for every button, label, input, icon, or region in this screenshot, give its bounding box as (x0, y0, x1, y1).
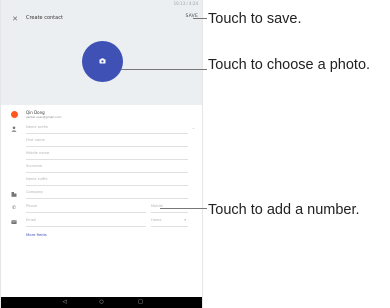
phone-field[interactable]: Phone (26, 203, 146, 213)
email-type-value: Home (151, 218, 162, 222)
email-field[interactable]: Email (26, 217, 146, 227)
close-icon[interactable]: ✕ (10, 14, 20, 24)
number-callout-line (160, 208, 207, 209)
phone-icon: ✆ (11, 205, 17, 211)
photo-callout-label: Touch to choose a photo. (208, 57, 371, 73)
choose-photo-button[interactable] (82, 41, 123, 82)
chevron-down-icon[interactable]: ⌄ (192, 126, 195, 130)
save-callout-label: Touch to save. (208, 11, 302, 27)
photo-header (1, 30, 202, 105)
back-icon[interactable]: ◁ (61, 299, 68, 306)
name-prefix-field[interactable]: Name prefix (26, 124, 188, 134)
email-placeholder: Email (26, 218, 36, 222)
name-suffix-field[interactable]: Name suffix (26, 176, 188, 186)
account-avatar (11, 111, 18, 118)
name-prefix-placeholder: Name prefix (26, 125, 49, 129)
surname-placeholder: Surname (26, 164, 43, 168)
dropdown-arrow-icon: ▾ (184, 218, 186, 222)
business-icon (11, 191, 17, 197)
save-callout-line (193, 18, 207, 19)
recents-icon[interactable]: □ (137, 299, 144, 306)
camera-icon (99, 58, 106, 64)
number-callout-label: Touch to add a number. (208, 202, 360, 218)
name-suffix-placeholder: Name suffix (26, 177, 48, 181)
status-bar: 10:13 / 4:24 (1, 0, 202, 8)
account-row[interactable]: Qin Dong jiaotai.user@gmail.com (1, 108, 202, 122)
email-type-select[interactable]: Home ▾ (151, 217, 188, 227)
phone-placeholder: Phone (26, 204, 38, 208)
person-icon (11, 126, 17, 132)
first-name-field[interactable]: First name (26, 137, 188, 147)
first-name-placeholder: First name (26, 138, 45, 142)
email-icon (11, 219, 17, 225)
middle-name-placeholder: Middle name (26, 151, 50, 155)
surname-field[interactable]: Surname (26, 163, 188, 173)
status-time: 10:13 / 4:24 (173, 1, 198, 6)
home-icon[interactable]: ○ (98, 299, 105, 306)
more-fields-button[interactable]: More fields (26, 232, 47, 237)
middle-name-field[interactable]: Middle name (26, 150, 188, 160)
photo-callout-line (121, 69, 207, 70)
company-placeholder: Company (26, 190, 44, 194)
company-field[interactable]: Company (26, 189, 188, 199)
account-email: jiaotai.user@gmail.com (26, 115, 62, 119)
app-bar: ✕ Create contact SAVE (1, 8, 202, 30)
page-title: Create contact (26, 15, 63, 21)
navigation-bar: ◁ ○ □ (1, 297, 202, 308)
tablet-screen: 10:13 / 4:24 ✕ Create contact SAVE Qin D… (1, 0, 202, 308)
